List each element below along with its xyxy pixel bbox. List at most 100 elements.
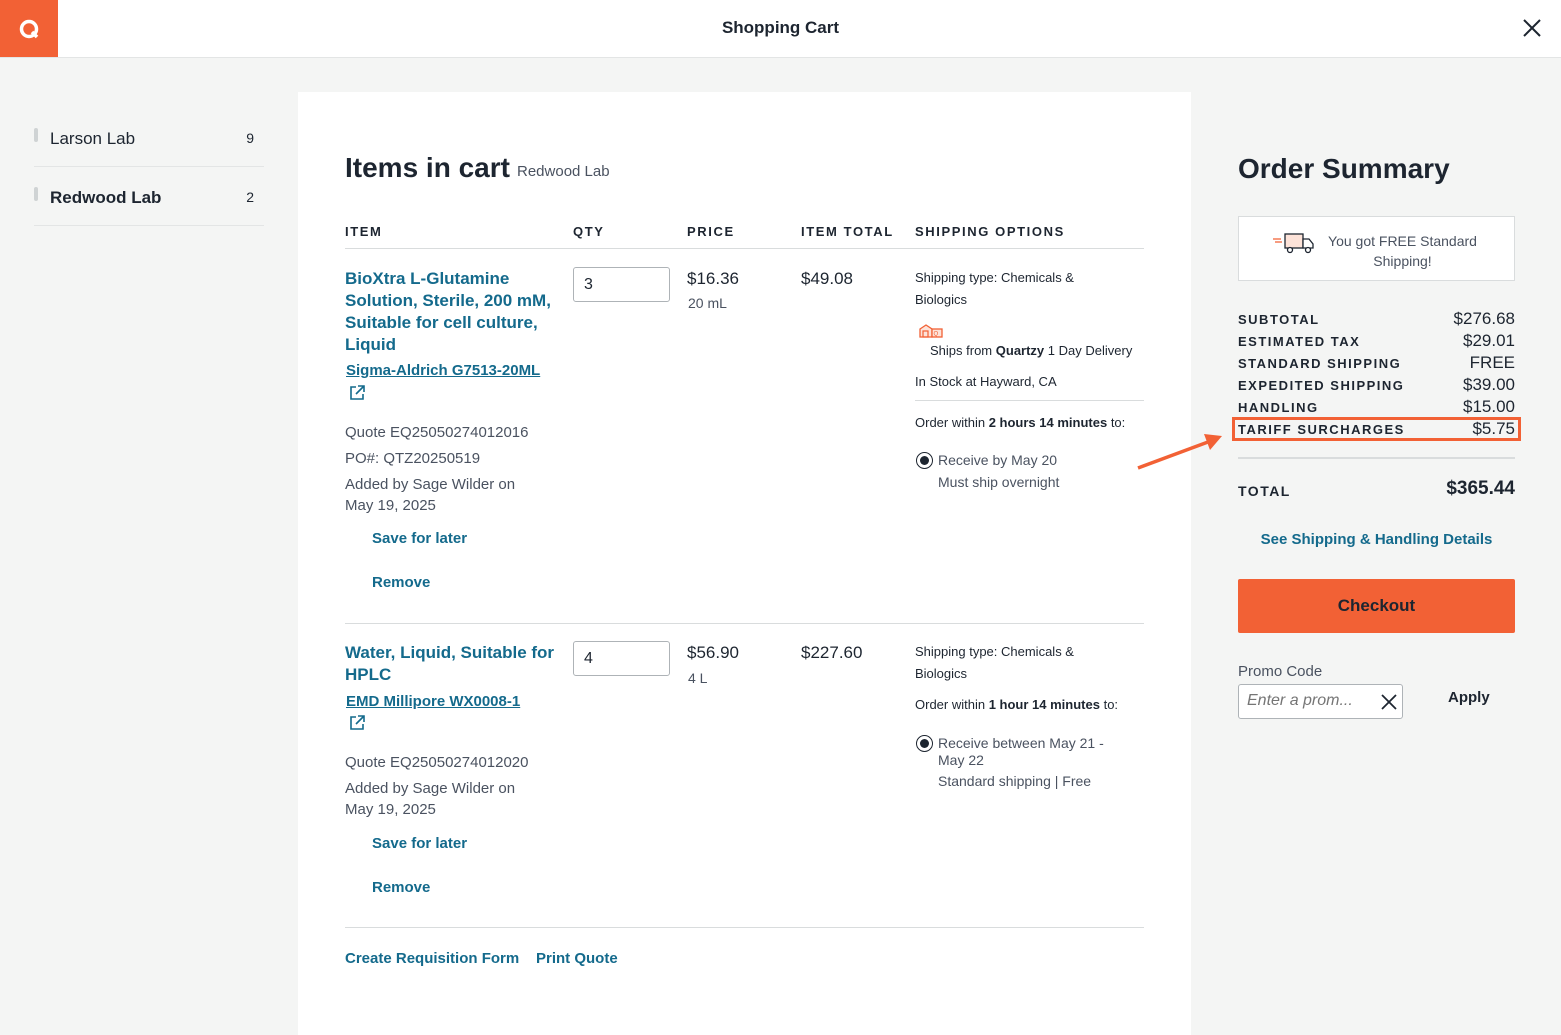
order-within-time: 1 hour 14 minutes xyxy=(988,697,1100,712)
order-within-prefix: Order within xyxy=(915,415,986,430)
sidebar-item-redwood-lab[interactable]: Redwood Lab 2 xyxy=(34,167,264,226)
added-by: Added by Sage Wilder on May 19, 2025 xyxy=(345,780,516,818)
summary-label: HANDLING xyxy=(1238,400,1319,415)
total-value: $365.44 xyxy=(1446,478,1515,499)
delivery-radio[interactable] xyxy=(916,735,933,752)
summary-row-subtotal: SUBTOTAL $276.68 xyxy=(1238,309,1515,331)
lab-item-count: 2 xyxy=(246,189,254,205)
svg-text:Q: Q xyxy=(934,332,939,338)
remove-button[interactable]: Remove xyxy=(372,879,430,896)
column-header-shipping-options: SHIPPING OPTIONS xyxy=(915,224,1065,239)
delivery-date: Receive by May 20 xyxy=(938,452,1058,468)
summary-label: STANDARD SHIPPING xyxy=(1238,356,1402,371)
summary-divider xyxy=(1238,457,1515,459)
catalog-number-link[interactable]: EMD Millipore WX0008-1 xyxy=(346,693,520,710)
shipping-handling-details-link[interactable]: See Shipping & Handling Details xyxy=(1238,531,1515,548)
order-within-prefix: Order within xyxy=(915,697,986,712)
order-within: Order within 1 hour 14 minutes to: xyxy=(915,694,1150,716)
shipping-type: Shipping type: Chemicals & Biologics xyxy=(915,644,1074,681)
summary-value: $15.00 xyxy=(1463,397,1515,416)
external-link-icon[interactable] xyxy=(348,714,366,732)
catalog-number-link[interactable]: Sigma-Aldrich G7513-20ML xyxy=(346,362,540,379)
summary-label: SUBTOTAL xyxy=(1238,312,1320,327)
lab-item-count: 9 xyxy=(246,130,254,146)
quote-number: Quote EQ25050274012016 xyxy=(345,424,529,441)
quote-number: Quote EQ25050274012020 xyxy=(345,754,529,771)
promo-code-input[interactable] xyxy=(1247,692,1367,710)
close-icon[interactable] xyxy=(1518,14,1546,42)
top-bar: Shopping Cart xyxy=(0,0,1561,58)
summary-value: $39.00 xyxy=(1463,375,1515,394)
total-label: TOTAL xyxy=(1238,483,1291,499)
lab-name: Redwood Lab xyxy=(50,188,162,207)
cart-panel: Items in cart Redwood Lab ITEM QTY PRICE… xyxy=(298,92,1191,1035)
apply-promo-button[interactable]: Apply xyxy=(1448,689,1490,706)
quantity-input[interactable] xyxy=(573,641,670,676)
summary-row-expedited-shipping: EXPEDITED SHIPPING $39.00 xyxy=(1238,375,1515,397)
delivery-note: Standard shipping | Free xyxy=(938,773,1092,789)
order-within-time: 2 hours 14 minutes xyxy=(988,415,1108,430)
lab-indicator xyxy=(34,187,38,201)
promo-code-label: Promo Code xyxy=(1238,663,1323,680)
summary-row-total: TOTAL $365.44 xyxy=(1238,478,1515,504)
save-for-later-button[interactable]: Save for later xyxy=(372,530,467,547)
sidebar-item-larson-lab[interactable]: Larson Lab 9 xyxy=(34,108,264,167)
ships-from-vendor: Quartzy xyxy=(995,343,1045,358)
summary-value: FREE xyxy=(1469,353,1515,372)
unit-size: 4 L xyxy=(688,670,708,686)
lab-indicator xyxy=(34,128,38,142)
save-for-later-button[interactable]: Save for later xyxy=(372,835,467,852)
ships-from: Ships from Quartzy 1 Day Delivery xyxy=(930,340,1165,362)
item-divider xyxy=(345,623,1144,624)
lab-name: Larson Lab xyxy=(50,129,136,148)
column-header-qty: QTY xyxy=(573,224,605,239)
checkout-button[interactable]: Checkout xyxy=(1238,579,1515,633)
shipping-type: Shipping type: Chemicals & Biologics xyxy=(915,270,1074,307)
added-by: Added by Sage Wilder on May 19, 2025 xyxy=(345,476,516,514)
delivery-radio[interactable] xyxy=(916,452,933,469)
column-header-price: PRICE xyxy=(687,224,735,239)
product-name-link[interactable]: BioXtra L-Glutamine Solution, Sterile, 2… xyxy=(345,268,560,356)
stock-status: In Stock at Hayward, CA xyxy=(915,374,1057,389)
unit-size: 20 mL xyxy=(688,295,727,311)
order-summary-title: Order Summary xyxy=(1238,153,1450,184)
summary-label: ESTIMATED TAX xyxy=(1238,334,1361,349)
summary-value: $276.68 xyxy=(1453,309,1515,328)
free-shipping-text: You got FREE Standard Shipping! xyxy=(1328,233,1477,269)
order-within-suffix: to: xyxy=(1110,415,1126,430)
delivery-note: Must ship overnight xyxy=(938,474,1060,490)
item-total: $49.08 xyxy=(801,269,853,288)
summary-row-handling: HANDLING $15.00 xyxy=(1238,397,1515,419)
footer-divider xyxy=(345,927,1144,928)
order-within-suffix: to: xyxy=(1103,697,1119,712)
promo-code-field[interactable] xyxy=(1238,684,1403,719)
annotation-arrow-icon xyxy=(1137,434,1222,470)
summary-row-standard-shipping: STANDARD SHIPPING FREE xyxy=(1238,353,1515,375)
product-name-link[interactable]: Water, Liquid, Suitable for HPLC xyxy=(345,642,560,686)
header-divider xyxy=(345,248,1144,249)
summary-value: $29.01 xyxy=(1463,331,1515,350)
summary-row-estimated-tax: ESTIMATED TAX $29.01 xyxy=(1238,331,1515,353)
ships-from-prefix: Ships from xyxy=(930,343,993,358)
quantity-input[interactable] xyxy=(573,267,670,302)
external-link-icon[interactable] xyxy=(348,384,366,402)
item-total: $227.60 xyxy=(801,643,863,662)
column-header-item-total: ITEM TOTAL xyxy=(801,224,894,239)
page-title: Shopping Cart xyxy=(721,18,840,37)
summary-label: EXPEDITED SHIPPING xyxy=(1238,378,1405,393)
shipping-divider xyxy=(915,400,1144,401)
create-requisition-form-link[interactable]: Create Requisition Form xyxy=(345,950,519,967)
lab-sidebar: Larson Lab 9 Redwood Lab 2 xyxy=(34,108,264,226)
order-within: Order within 2 hours 14 minutes to: xyxy=(915,412,1150,434)
remove-button[interactable]: Remove xyxy=(372,574,430,591)
tariff-highlight-box xyxy=(1232,417,1521,441)
warehouse-icon: Q xyxy=(919,324,943,338)
column-header-item: ITEM xyxy=(345,224,383,239)
print-quote-link[interactable]: Print Quote xyxy=(536,950,618,967)
clear-icon[interactable] xyxy=(1379,692,1399,712)
ships-from-suffix: 1 Day Delivery xyxy=(1047,343,1133,358)
delivery-date: Receive between May 21 - May 22 xyxy=(938,735,1104,768)
unit-price: $16.36 xyxy=(687,269,739,288)
po-number: PO#: QTZ20250519 xyxy=(345,450,481,467)
unit-price: $56.90 xyxy=(687,643,739,662)
